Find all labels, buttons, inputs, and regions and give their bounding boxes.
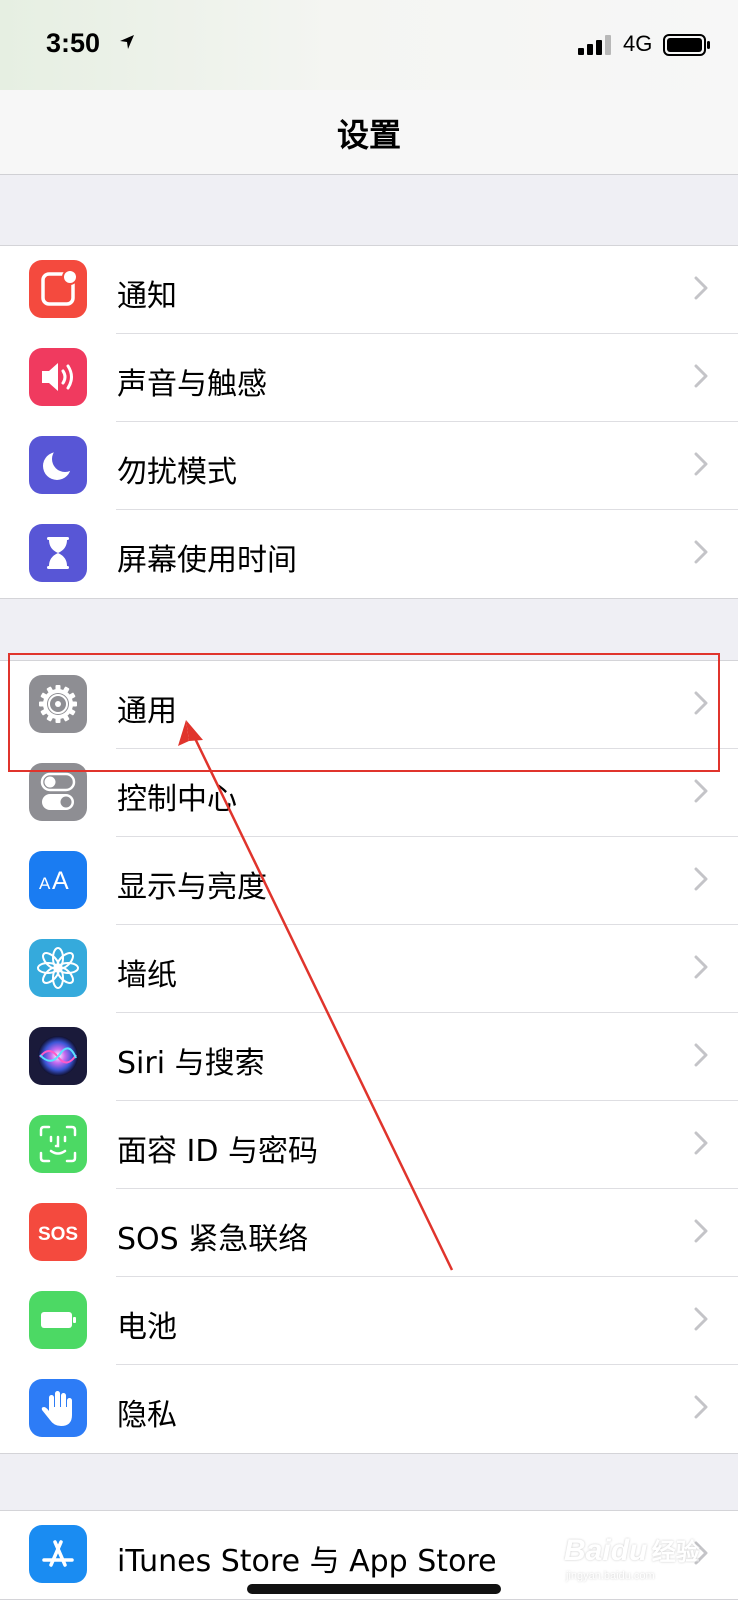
flower-icon bbox=[29, 939, 87, 997]
navigation-bar: 设置 bbox=[0, 90, 738, 175]
status-bar: 3:50 4G bbox=[0, 0, 738, 90]
row-label: 电池 bbox=[117, 1310, 177, 1345]
settings-row-screen-time[interactable]: 屏幕使用时间 bbox=[0, 510, 738, 598]
row-label: 屏幕使用时间 bbox=[117, 543, 297, 578]
sounds-icon bbox=[29, 348, 87, 406]
row-label: Siri 与搜索 bbox=[117, 1046, 265, 1081]
settings-row-privacy[interactable]: 隐私 bbox=[0, 1365, 738, 1453]
page-title: 设置 bbox=[336, 116, 401, 154]
settings-row-face-id-passcode[interactable]: 面容 ID 与密码 bbox=[0, 1101, 738, 1189]
row-label: 通用 bbox=[117, 694, 177, 729]
notifications-icon bbox=[29, 260, 87, 318]
chevron-right-icon bbox=[694, 1219, 708, 1243]
switches-icon bbox=[29, 763, 87, 821]
chevron-right-icon bbox=[694, 1395, 708, 1419]
row-label: 墙纸 bbox=[117, 958, 177, 993]
chevron-right-icon bbox=[694, 1131, 708, 1155]
svg-text:A: A bbox=[52, 867, 69, 895]
row-label: 面容 ID 与密码 bbox=[117, 1134, 319, 1169]
settings-row-battery[interactable]: 电池 bbox=[0, 1277, 738, 1365]
chevron-right-icon bbox=[694, 452, 708, 476]
row-label: 隐私 bbox=[117, 1398, 177, 1433]
watermark: Baidu 经验 jingyan.baidu.com bbox=[564, 1532, 700, 1582]
svg-text:A: A bbox=[39, 874, 51, 893]
row-label: 声音与触感 bbox=[117, 367, 267, 402]
chevron-right-icon bbox=[694, 1043, 708, 1067]
row-label: 勿扰模式 bbox=[117, 455, 237, 490]
settings-row-display-brightness[interactable]: A A 显示与亮度 bbox=[0, 837, 738, 925]
settings-row-siri-search[interactable]: Siri 与搜索 bbox=[0, 1013, 738, 1101]
watermark-logo: Bai bbox=[564, 1534, 611, 1567]
settings-row-notifications[interactable]: 通知 bbox=[0, 246, 738, 334]
sos-icon: SOS bbox=[29, 1203, 87, 1261]
row-label: 通知 bbox=[117, 279, 177, 314]
sos-icon-text: SOS bbox=[38, 1224, 78, 1245]
chevron-right-icon bbox=[694, 364, 708, 388]
battery-status-icon bbox=[663, 34, 710, 56]
chevron-right-icon bbox=[694, 1307, 708, 1331]
display-aa-icon: A A bbox=[29, 851, 87, 909]
cellular-signal-icon bbox=[578, 35, 611, 55]
row-label: 控制中心 bbox=[117, 782, 237, 817]
hand-icon bbox=[29, 1379, 87, 1437]
location-arrow-icon bbox=[120, 35, 134, 49]
chevron-right-icon bbox=[694, 691, 708, 715]
moon-icon bbox=[29, 436, 87, 494]
settings-row-control-center[interactable]: 控制中心 bbox=[0, 749, 738, 837]
siri-icon bbox=[29, 1027, 87, 1085]
chevron-right-icon bbox=[694, 540, 708, 564]
watermark-text: 经验 bbox=[651, 1539, 700, 1566]
settings-row-do-not-disturb[interactable]: 勿扰模式 bbox=[0, 422, 738, 510]
chevron-right-icon bbox=[694, 779, 708, 803]
settings-row-wallpaper[interactable]: 墙纸 bbox=[0, 925, 738, 1013]
app-store-icon bbox=[29, 1525, 87, 1583]
battery-icon bbox=[29, 1291, 87, 1349]
home-indicator[interactable] bbox=[247, 1584, 501, 1594]
watermark-url: jingyan.baidu.com bbox=[566, 1570, 655, 1582]
settings-row-general[interactable]: 通用 bbox=[0, 661, 738, 749]
gear-icon bbox=[29, 675, 87, 733]
chevron-right-icon bbox=[694, 867, 708, 891]
row-label: 显示与亮度 bbox=[117, 870, 267, 905]
watermark-logo-paw: du bbox=[610, 1534, 648, 1567]
row-label: iTunes Store 与 App Store bbox=[117, 1544, 497, 1579]
settings-group-1: 通知 声音与触感 勿扰模式 屏幕使用时间 bbox=[0, 245, 738, 599]
face-id-icon bbox=[29, 1115, 87, 1173]
settings-row-sounds[interactable]: 声音与触感 bbox=[0, 334, 738, 422]
row-label: SOS 紧急联络 bbox=[117, 1222, 309, 1257]
hourglass-icon bbox=[29, 524, 87, 582]
settings-group-2: 通用 控制中心 A A 显示与亮度 墙纸 Siri 与搜索 面容 ID 与密码 … bbox=[0, 660, 738, 1454]
chevron-right-icon bbox=[694, 955, 708, 979]
status-time: 3:50 bbox=[46, 28, 101, 58]
chevron-right-icon bbox=[694, 276, 708, 300]
settings-row-emergency-sos[interactable]: SOS SOS 紧急联络 bbox=[0, 1189, 738, 1277]
network-type: 4G bbox=[623, 31, 653, 56]
